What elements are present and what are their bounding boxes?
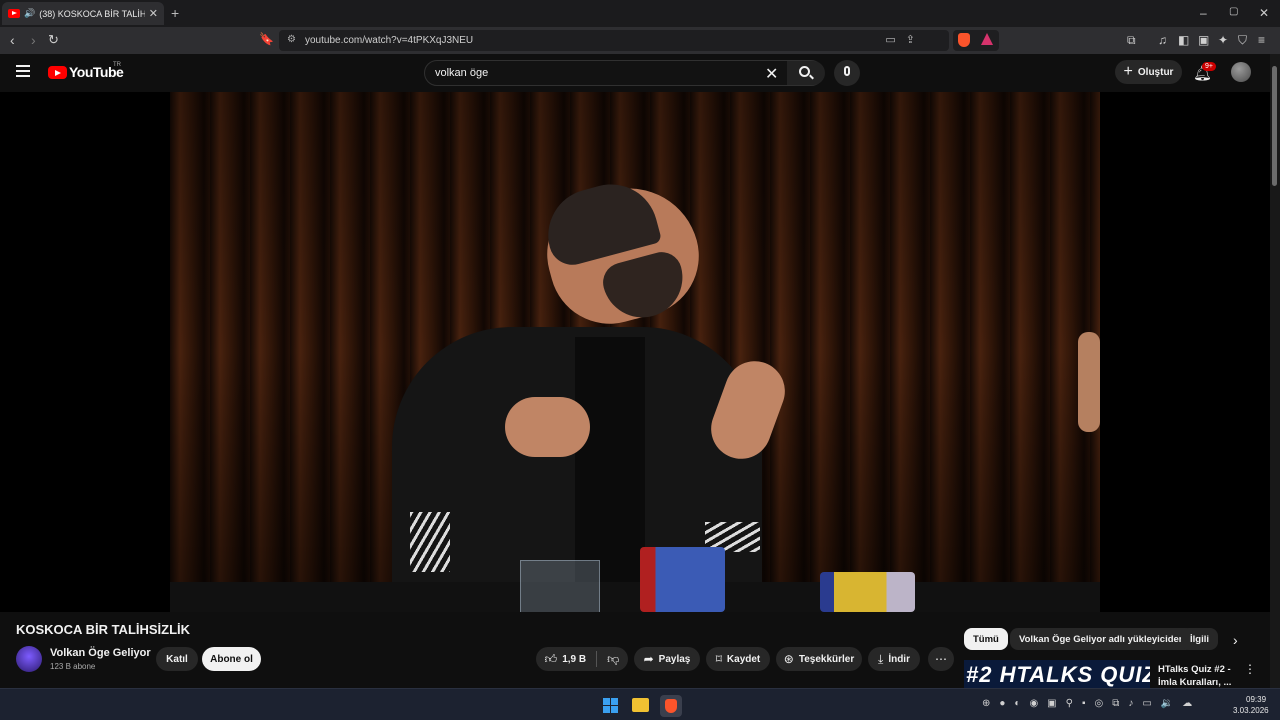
speaker-icon[interactable]: 🔊 (24, 8, 35, 19)
new-tab-button[interactable]: + (171, 5, 179, 21)
forward-icon[interactable]: › (31, 32, 36, 48)
back-icon[interactable]: ‹ (10, 32, 15, 48)
share-label: Paylaş (658, 653, 691, 665)
youtube-logo-icon[interactable] (48, 66, 67, 79)
more-horizontal-icon: ⋯ (935, 652, 947, 666)
channel-name[interactable]: Volkan Öge Geliyor (50, 647, 151, 659)
browser-tab[interactable]: 🔊 (38) KOSKOCA BİR TALİHSİZL ✕ (2, 2, 164, 25)
chip-related[interactable]: İlgili (1181, 628, 1218, 650)
close-window-button[interactable]: ✕ (1259, 6, 1269, 20)
like-count[interactable]: 1,9 B (562, 654, 586, 665)
channel-avatar[interactable] (16, 646, 42, 672)
save-label: Kaydet (726, 653, 761, 665)
create-button[interactable]: + Oluştur (1115, 60, 1182, 84)
clock-date[interactable]: 3.03.2026 (1233, 706, 1269, 715)
hamburger-menu-icon[interactable] (16, 65, 30, 77)
like-icon[interactable]: 👍︎ (545, 652, 558, 667)
related-video-title[interactable]: HTalks Quiz #2 - İmla Kuralları, ... (1158, 663, 1238, 689)
chip-all[interactable]: Tümü (964, 628, 1008, 650)
video-player[interactable] (0, 92, 1270, 612)
cast-share-icons[interactable]: ▭⇪ (885, 33, 925, 46)
thanks-label: Teşekkürler (798, 653, 855, 665)
bookmark-icon[interactable]: 🔖 (259, 32, 274, 46)
like-dislike-group: 👍︎ 1,9 B 👎︎ (536, 647, 628, 671)
scroll-thumb[interactable] (1272, 66, 1277, 186)
search-input[interactable] (435, 67, 755, 79)
plus-icon: + (1123, 63, 1133, 80)
bookmark-save-icon: ⌑ (715, 652, 722, 666)
tab-title: (38) KOSKOCA BİR TALİHSİZL (39, 8, 145, 19)
reload-icon[interactable]: ↻ (48, 32, 59, 48)
wallet-icon[interactable]: ▣ (1198, 33, 1209, 47)
dislike-icon[interactable]: 👎︎ (607, 652, 619, 667)
subscribe-button[interactable]: Abone ol (202, 647, 261, 671)
search-box: ✕ (424, 60, 825, 86)
notification-badge: 9+ (1202, 62, 1216, 71)
related-video-thumbnail[interactable]: #2 HTALKS QUIZ (964, 660, 1150, 688)
voice-search-button[interactable] (834, 60, 860, 86)
minimize-button[interactable]: – (1200, 6, 1207, 20)
more-vertical-icon[interactable]: ⋮ (1244, 662, 1256, 676)
share-button[interactable]: ➦ Paylaş (634, 647, 700, 671)
thumbnail-text: #2 HTALKS QUIZ (966, 662, 1150, 687)
save-button[interactable]: ⌑ Kaydet (706, 647, 770, 671)
account-avatar[interactable] (1231, 62, 1251, 82)
screenshot-icon[interactable]: ⧉ (1127, 33, 1136, 48)
download-icon: ⤓ (878, 651, 884, 666)
maximize-button[interactable]: ▢ (1229, 6, 1238, 17)
download-button[interactable]: ⤓ İndir (868, 647, 920, 671)
browser-menu-icon[interactable]: ≡ (1258, 33, 1265, 47)
windows-start-icon[interactable] (603, 698, 618, 713)
browser-tab-bar: 🔊 (38) KOSKOCA BİR TALİHSİZL ✕ + – ▢ ✕ (0, 0, 1280, 27)
windows-taskbar: ⊕●◐◉▣⚲▪◎⧉♪▭🔉☁ 09:39 3.03.2026 (0, 688, 1280, 720)
tab-close-icon[interactable]: ✕ (149, 7, 158, 20)
music-icon[interactable]: ♫ (1158, 33, 1167, 47)
browser-toolbar: ‹ › ↻ 🔖 ⚙ youtube.com/watch?v=4tPKXqJ3NE… (0, 27, 1280, 54)
url-text: youtube.com/watch?v=4tPKXqJ3NEU (305, 35, 474, 46)
chip-from-uploader[interactable]: Volkan Öge Geliyor adlı yükleyiciden (1010, 628, 1194, 650)
search-button[interactable] (787, 61, 825, 85)
leo-ai-icon[interactable]: ✦ (1218, 33, 1228, 47)
country-code: TR (113, 62, 121, 68)
youtube-header: YouTube TR ✕ + Oluştur 🔔︎ 9+ (0, 54, 1280, 92)
clear-search-icon[interactable]: ✕ (765, 64, 778, 84)
address-bar[interactable]: ⚙ youtube.com/watch?v=4tPKXqJ3NEU ▭⇪ (279, 30, 949, 51)
brave-shield-icon[interactable] (958, 33, 970, 47)
video-frame-mug (640, 547, 725, 612)
system-tray-icons[interactable]: ⊕●◐◉▣⚲▪◎⧉♪▭🔉☁ (982, 698, 1201, 709)
site-info-icon[interactable]: ⚙ (287, 34, 296, 45)
brave-rewards-icon[interactable] (981, 33, 993, 45)
vpn-icon[interactable]: ⛉ (1238, 33, 1247, 48)
sidebar-icon[interactable]: ◧ (1178, 33, 1189, 47)
video-frame-glass (520, 560, 600, 612)
microphone-icon (844, 66, 850, 76)
join-button[interactable]: Katıl (156, 647, 198, 671)
brave-taskbar-button[interactable] (660, 695, 682, 717)
chevron-right-icon[interactable]: › (1233, 632, 1238, 648)
page-scrollbar[interactable] (1270, 54, 1280, 688)
video-frame-mug (820, 572, 915, 612)
more-actions-button[interactable]: ⋯ (928, 647, 954, 671)
download-label: İndir (888, 653, 910, 665)
file-explorer-icon[interactable] (632, 698, 649, 712)
subscriber-count: 123 B abone (50, 662, 96, 671)
create-label: Oluştur (1137, 66, 1174, 78)
super-thanks-icon: ⊛ (783, 652, 794, 666)
thanks-button[interactable]: ⊛ Teşekkürler (776, 647, 862, 671)
clock-time[interactable]: 09:39 (1246, 695, 1266, 704)
video-title: KOSKOCA BİR TALİHSİZLİK (16, 622, 191, 637)
brave-icon (665, 699, 677, 713)
share-icon: ➦ (643, 652, 654, 666)
youtube-favicon-icon (8, 9, 20, 18)
